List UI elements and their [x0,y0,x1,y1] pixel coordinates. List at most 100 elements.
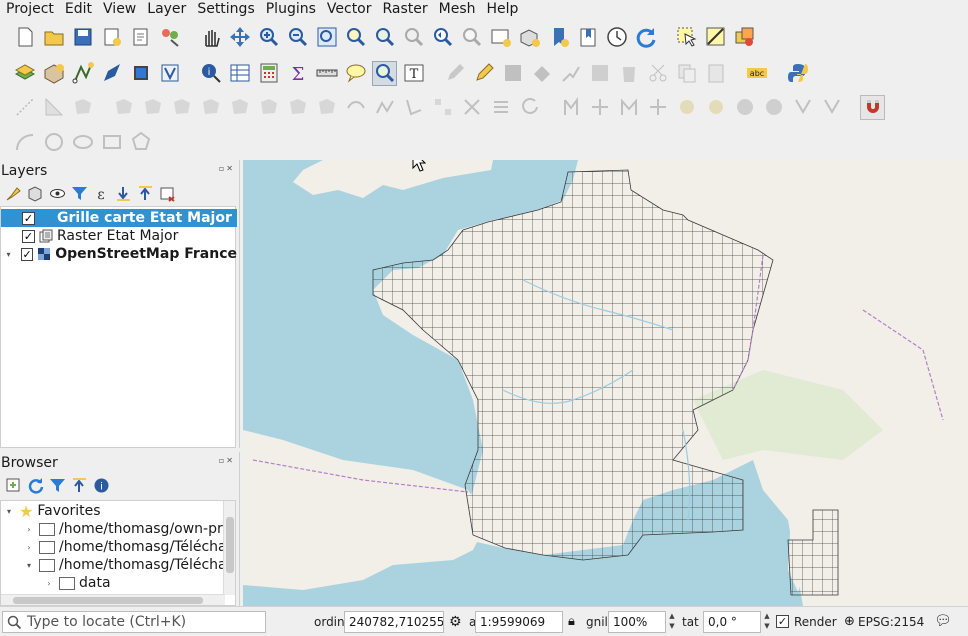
change-label-icon[interactable] [616,95,641,120]
browser-vertical-scrollbar[interactable] [223,501,235,595]
offset-curve-icon[interactable] [343,95,368,120]
label-toolbar-icon[interactable]: abc [744,61,769,86]
new-line-tool-icon[interactable] [12,95,37,120]
rotation-spinner[interactable]: ▲ ▼ [762,611,772,633]
panel-float-close-icons[interactable]: ▫✕ [219,164,235,173]
vertex-tool-icon[interactable] [157,61,182,86]
layer-visibility-checkbox[interactable]: ✓ [22,229,35,243]
scale-feature-icon[interactable] [430,95,455,120]
zoom-to-layer-icon[interactable] [372,25,397,50]
add-raster-layer-icon[interactable] [41,61,66,86]
rotation-field[interactable]: 0,0 ° [703,611,761,633]
add-ring-icon[interactable] [70,95,95,120]
gps-tools-icon[interactable] [128,61,153,86]
vertex-editor-icon[interactable] [790,95,815,120]
move-feature-icon[interactable] [558,61,583,86]
split-parts-icon[interactable] [256,95,281,120]
reshape-features-icon[interactable] [41,95,66,120]
zoom-next-icon[interactable] [459,25,484,50]
browser-item-folder[interactable]: › /home/thomasg/Télécha [23,538,226,556]
add-circle-icon[interactable] [41,130,66,155]
locator-search[interactable]: Type to locate (Ctrl+K) [2,611,266,633]
simplify-feature-icon[interactable] [372,95,397,120]
layer-row-grille[interactable]: ✓ Grille carte Etat Major [1,209,237,227]
new-print-layout-icon[interactable] [99,25,124,50]
pin-labels-icon[interactable] [645,95,670,120]
select-features-icon[interactable] [674,25,699,50]
field-calculator-icon[interactable] [256,61,281,86]
toggle-extents-icon[interactable]: ⚙ [449,614,462,630]
select-by-location-icon[interactable] [732,25,757,50]
add-group-icon[interactable] [26,184,45,203]
filter-by-expression-icon[interactable]: ε [92,184,111,203]
temporal-controller-icon[interactable] [604,25,629,50]
layer-visibility-checkbox[interactable]: ✓ [20,247,34,261]
reverse-line-icon[interactable] [459,95,484,120]
render-checkbox[interactable]: ✓ [776,615,789,628]
open-attribute-table-icon[interactable] [227,61,252,86]
pan-to-selection-icon[interactable] [227,25,252,50]
rotate-label-icon[interactable] [587,95,612,120]
locate-features-icon[interactable] [372,60,397,86]
scale-field[interactable]: 1:9599069 [475,611,563,633]
magnifier-spinner[interactable]: ▲ ▼ [667,611,677,633]
show-bookmarks-icon[interactable] [575,25,600,50]
menu-raster[interactable]: Raster [377,0,433,18]
menu-mesh[interactable]: Mesh [433,0,481,18]
split-features-icon[interactable] [227,95,252,120]
deselect-features-icon[interactable] [703,25,728,50]
browser-item-folder[interactable]: › /home/thomasg/own-pro [23,520,231,538]
delete-ring-icon[interactable] [140,95,165,120]
filter-browser-icon[interactable] [48,476,67,495]
cut-features-icon[interactable] [645,61,670,86]
style-manager-icon[interactable] [157,25,182,50]
menu-view[interactable]: View [97,0,141,18]
expand-all-icon[interactable] [114,184,133,203]
zoom-native-resolution-icon[interactable] [401,25,426,50]
copy-features-icon[interactable] [674,61,699,86]
expand-arrow-icon[interactable]: ▾ [1,250,16,259]
toggle-editing-icon[interactable] [471,61,496,86]
new-3d-map-view-icon[interactable] [517,25,542,50]
measure-icon[interactable] [314,61,339,86]
modify-attributes-icon[interactable] [587,61,612,86]
rotate-feature-icon[interactable] [401,95,426,120]
refresh-browser-icon[interactable] [26,476,45,495]
map-canvas[interactable] [243,160,968,606]
crs-globe-icon[interactable]: ⊕ [844,614,855,629]
new-map-view-icon[interactable] [488,25,513,50]
layer-row-raster[interactable]: ✓ Raster Etat Major [1,227,237,245]
browser-item-folder[interactable]: › data [43,574,110,592]
save-edits-icon[interactable] [500,61,525,86]
fill-ring-icon[interactable] [111,95,136,120]
layer-visibility-checkbox[interactable]: ✓ [22,211,35,225]
zoom-to-selection-icon[interactable] [343,25,368,50]
edit-pencil-icon[interactable] [442,61,467,86]
add-rectangle-icon[interactable] [99,130,124,155]
zoom-out-icon[interactable] [285,25,310,50]
diagram-options-icon[interactable] [761,95,786,120]
messages-icon[interactable]: 💬︎ [934,613,952,629]
browser-item-folder[interactable]: ▾ /home/thomasg/Télécha [23,556,227,574]
browser-horizontal-scrollbar[interactable] [1,594,225,605]
layout-manager-icon[interactable] [128,25,153,50]
add-circular-string-icon[interactable] [12,130,37,155]
panel-float-close-icons[interactable]: ▫✕ [219,456,235,465]
identify-features-icon[interactable]: i [198,61,223,86]
open-layer-styling-icon[interactable] [4,184,23,203]
collapse-browser-icon[interactable] [70,476,89,495]
add-part-icon[interactable] [169,95,194,120]
menu-vector[interactable]: Vector [321,0,377,18]
menu-settings[interactable]: Settings [191,0,259,18]
snapping-magnet-icon[interactable] [860,94,885,120]
statistics-icon[interactable]: Σ [285,61,310,86]
coordinate-field[interactable]: 240782,7102554 [344,611,444,633]
add-vector-layer-icon[interactable] [12,61,37,86]
refresh-icon[interactable] [633,25,658,50]
collapse-all-icon[interactable] [136,184,155,203]
paste-features-icon[interactable] [703,61,728,86]
new-project-icon[interactable] [12,25,37,50]
menu-edit[interactable]: Edit [59,0,97,18]
crs-label[interactable]: EPSG:2154 [858,615,924,629]
browser-item-favorites[interactable]: ▾ ★ Favorites [3,502,101,521]
